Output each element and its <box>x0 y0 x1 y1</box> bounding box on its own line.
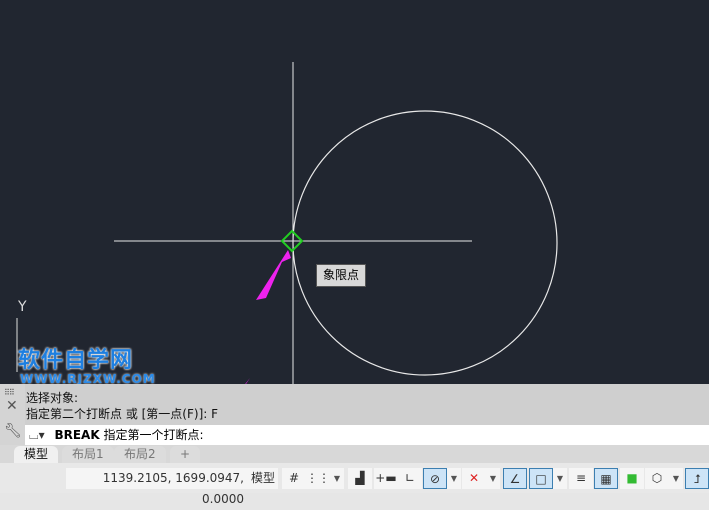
command-input[interactable]: ⌴▾ BREAK 指定第一个打断点: <box>25 425 709 445</box>
command-icon[interactable]: ⌴▾ <box>29 428 45 442</box>
chevron-down-icon[interactable]: ▼ <box>553 468 567 489</box>
grid-icon[interactable]: # <box>282 468 306 489</box>
object-snap-icon[interactable]: □ <box>529 468 553 489</box>
object-snap-tracking-icon[interactable]: ∠ <box>503 468 527 489</box>
tab-layout1[interactable]: 布局1 <box>62 446 114 463</box>
add-layout-button[interactable]: + <box>170 446 201 463</box>
isometric-icon[interactable]: ✕ <box>462 468 486 489</box>
history-line: 指定第二个打断点 或 [第一点(F)]: F <box>26 407 219 421</box>
dynamic-input-icon[interactable]: +▬ <box>374 468 398 489</box>
chevron-down-icon[interactable]: ▼ <box>486 468 500 489</box>
circle[interactable] <box>292 110 558 376</box>
command-line: ⠿⠿ ✕ 🔧︎ 选择对象: 指定第二个打断点 或 [第一点(F)]: F ⌴▾ … <box>0 384 709 445</box>
chevron-down-icon[interactable]: ▼ <box>669 468 683 489</box>
infer-constraints-icon[interactable]: ▟ <box>348 468 372 489</box>
close-icon[interactable]: ✕ <box>6 398 18 414</box>
history-line: 选择对象: <box>26 391 79 405</box>
dynamic-ucs-icon[interactable]: ⮥ <box>685 468 709 489</box>
selection-cycling-icon[interactable]: ■ <box>620 468 644 489</box>
watermark-logo: 软件自学网 <box>18 348 134 373</box>
ortho-icon[interactable]: ∟ <box>398 468 422 489</box>
drawing: Y <box>16 62 558 384</box>
ucs-y-label: Y <box>17 299 27 315</box>
status-bar: 1139.2105, 1699.0947, 0.0000 模型 # ⋮⋮ ▼ ▟… <box>0 463 709 506</box>
chevron-down-icon[interactable]: ▼ <box>330 468 344 489</box>
drawing-canvas[interactable]: Y 象限点 软件自学网 WWW.RJZXW.COM <box>0 0 709 386</box>
grip-icon[interactable]: ⠿⠿ <box>4 388 15 397</box>
chevron-down-icon[interactable]: ▼ <box>447 468 461 489</box>
command-history: 选择对象: 指定第二个打断点 或 [第一点(F)]: F <box>26 390 218 422</box>
osnap-tooltip: 象限点 <box>316 264 366 287</box>
command-name: BREAK <box>54 428 100 442</box>
wrench-icon[interactable]: 🔧︎ <box>4 423 22 439</box>
command-prompt: 指定第一个打断点: <box>103 428 204 442</box>
lineweight-icon[interactable]: ≡ <box>569 468 593 489</box>
3d-osnap-icon[interactable]: ⬡ <box>645 468 669 489</box>
model-space-button[interactable]: 模型 <box>248 468 278 489</box>
arrow-icon <box>256 250 291 300</box>
layout-tabs: 模型 布局1 布局2 + <box>0 445 709 463</box>
tab-layout2[interactable]: 布局2 <box>114 446 166 463</box>
coordinates-readout[interactable]: 1139.2105, 1699.0947, 0.0000 <box>66 468 248 506</box>
snap-mode-icon[interactable]: ⋮⋮ <box>306 468 330 489</box>
tab-model[interactable]: 模型 <box>14 446 59 463</box>
transparency-icon[interactable]: ▦ <box>594 468 618 489</box>
polar-tracking-icon[interactable]: ⊘ <box>423 468 447 489</box>
